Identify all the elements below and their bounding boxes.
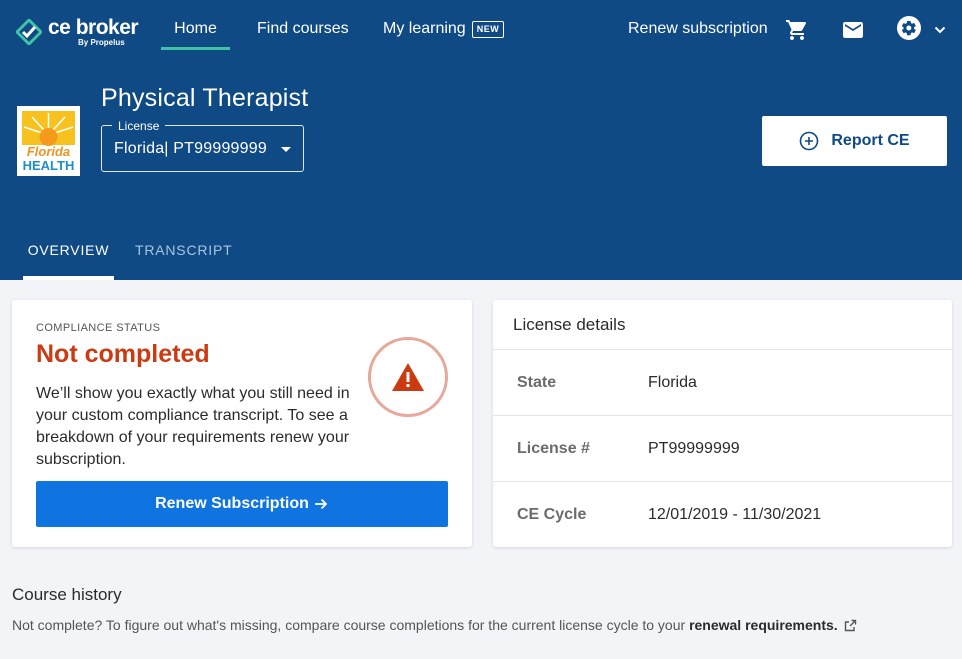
settings-button[interactable] (897, 16, 921, 40)
top-header: ce broker By Propelus Home Find courses … (0, 0, 962, 280)
renew-subscription-label: Renew Subscription (155, 495, 309, 512)
gear-icon (901, 20, 916, 36)
logo-text-health: HEALTH (23, 158, 75, 173)
warning-badge (368, 337, 448, 417)
plus-circle-icon (800, 131, 819, 151)
nav-find-courses[interactable]: Find courses (257, 0, 349, 50)
license-select[interactable]: License Florida| PT99999999 (101, 119, 304, 172)
course-history-title: Course history (12, 585, 122, 604)
compliance-status-card: COMPLIANCE STATUS Not completed We’ll sh… (12, 300, 472, 547)
license-row-value: Florida (648, 374, 697, 391)
license-row-state: State Florida (493, 350, 952, 416)
renew-subscription-button[interactable]: Renew Subscription (36, 481, 448, 527)
arrow-right-icon (314, 498, 328, 510)
external-link-icon[interactable] (844, 619, 857, 632)
nav-my-learning[interactable]: My learning NEW (383, 0, 505, 50)
new-badge: NEW (471, 21, 505, 38)
license-details-title: License details (493, 300, 952, 350)
course-history-description: Not complete? To figure out what's missi… (12, 617, 690, 633)
cart-icon[interactable] (785, 18, 809, 42)
warning-icon (392, 363, 424, 391)
compliance-description: We’ll show you exactly what you still ne… (36, 385, 350, 468)
ce-broker-logo-icon (16, 19, 42, 45)
brand-name: ce broker (48, 16, 139, 39)
florida-health-logo: Florida HEALTH (17, 106, 80, 176)
license-row-ce-cycle: CE Cycle 12/01/2019 - 11/30/2021 (493, 482, 952, 548)
caret-down-icon (281, 147, 291, 152)
page-title: Physical Therapist (101, 84, 309, 112)
license-row-key: State (517, 374, 557, 391)
brand-sub: By Propelus (78, 38, 125, 47)
nav-renew-subscription[interactable]: Renew subscription (628, 0, 768, 50)
logo-text-florida: Florida (27, 144, 70, 159)
compliance-status-value: Not completed (36, 340, 210, 368)
license-details-card: License details State Florida License # … (493, 300, 952, 547)
tab-transcript[interactable]: TRANSCRIPT (135, 228, 232, 280)
license-row-value: 12/01/2019 - 11/30/2021 (648, 506, 822, 523)
report-ce-label: Report CE (831, 132, 910, 149)
mail-icon[interactable] (841, 18, 865, 42)
license-row-key: CE Cycle (517, 506, 587, 523)
nav-my-learning-label: My learning (383, 20, 466, 37)
compliance-status-label: COMPLIANCE STATUS (36, 322, 161, 334)
ce-broker-logo[interactable]: ce broker By Propelus (16, 16, 139, 48)
license-select-label: License (112, 119, 166, 133)
tab-overview[interactable]: OVERVIEW (23, 228, 114, 280)
license-row-value: PT99999999 (648, 440, 740, 457)
nav-home[interactable]: Home (161, 0, 230, 50)
report-ce-button[interactable]: Report CE (762, 116, 947, 166)
course-history-text: Not complete? To figure out what's missi… (12, 617, 857, 633)
florida-health-logo-image: Florida HEALTH (20, 109, 77, 173)
renewal-requirements-link[interactable]: renewal requirements. (689, 617, 838, 633)
license-select-value: Florida| PT99999999 (114, 140, 267, 157)
chevron-down-icon[interactable] (932, 22, 948, 38)
license-row-number: License # PT99999999 (493, 416, 952, 482)
license-row-key: License # (517, 440, 590, 457)
